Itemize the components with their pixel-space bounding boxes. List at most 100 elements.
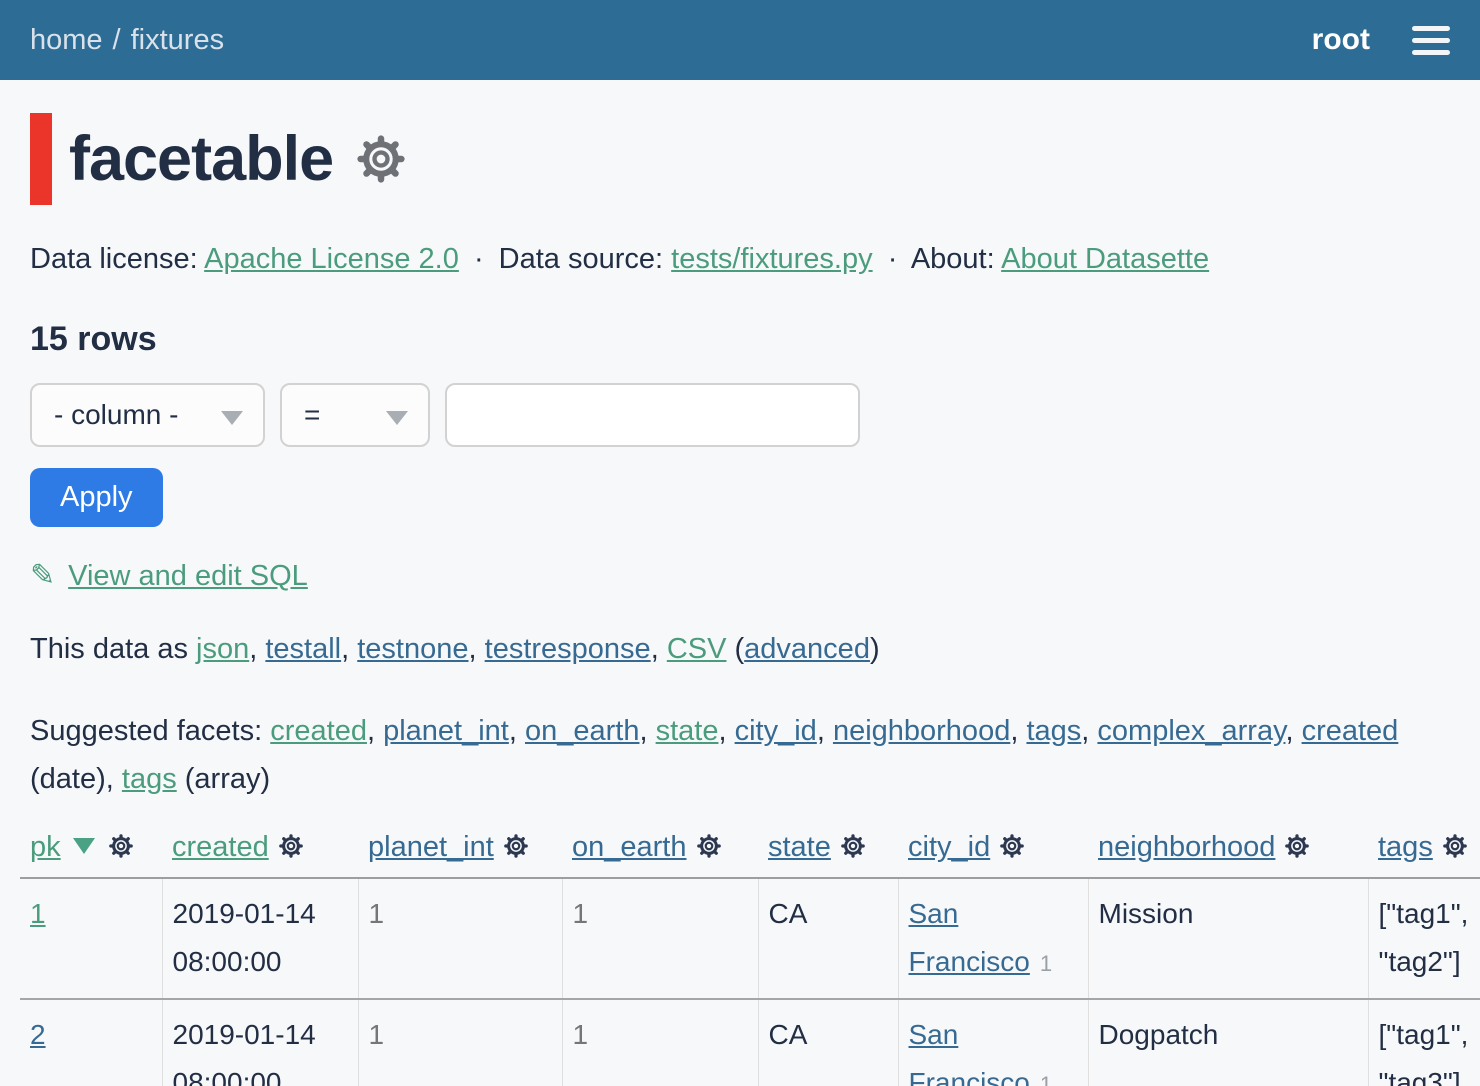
export-link-testresponse[interactable]: testresponse xyxy=(485,633,651,665)
sql-line: ✎ View and edit SQL xyxy=(30,558,1450,593)
chevron-down-icon xyxy=(221,411,243,425)
cell-value: ["tag1", "tag2"] xyxy=(1379,898,1469,977)
column-cog-icon[interactable] xyxy=(278,833,304,859)
filter-row: - column - = xyxy=(30,383,1450,447)
cell-value: 1 xyxy=(573,898,589,929)
table-cell: San Francisco 1 xyxy=(898,878,1088,999)
table-cell: San Francisco 1 xyxy=(898,999,1088,1086)
separator-dot: · xyxy=(474,243,484,275)
cell-link[interactable]: San Francisco xyxy=(909,898,1030,977)
column-sort-link[interactable]: pk xyxy=(30,831,61,863)
table-cell: ["tag1", "tag2"] xyxy=(1368,878,1480,999)
chevron-down-icon xyxy=(386,411,408,425)
facet-link-tags[interactable]: tags xyxy=(122,763,177,795)
about-link[interactable]: About Datasette xyxy=(1001,243,1209,275)
facet-link-complex_array[interactable]: complex_array xyxy=(1097,715,1285,747)
license-link[interactable]: Apache License 2.0 xyxy=(204,243,459,275)
accent-bar xyxy=(30,113,52,205)
filter-column-value: - column - xyxy=(54,399,178,431)
export-link-testall[interactable]: testall xyxy=(265,633,341,665)
facet-link-created[interactable]: created xyxy=(270,715,367,747)
metadata-line: Data license: Apache License 2.0 · Data … xyxy=(30,243,1450,276)
cell-link[interactable]: 1 xyxy=(30,898,46,929)
facet-link-city_id[interactable]: city_id xyxy=(735,715,817,747)
facet-link-planet_int[interactable]: planet_int xyxy=(383,715,509,747)
column-cog-icon[interactable] xyxy=(696,833,722,859)
facet-link-created[interactable]: created xyxy=(1302,715,1399,747)
data-table: pk created planet_int on_earth state city_id n… xyxy=(20,825,1480,1086)
facet-link-neighborhood[interactable]: neighborhood xyxy=(833,715,1010,747)
facet-link-tags[interactable]: tags xyxy=(1026,715,1081,747)
column-sort-link[interactable]: on_earth xyxy=(572,831,687,863)
export-link-advanced[interactable]: advanced xyxy=(744,633,870,665)
column-cog-icon[interactable] xyxy=(1442,833,1468,859)
filter-column-select[interactable]: - column - xyxy=(30,383,265,447)
apply-button[interactable]: Apply xyxy=(30,468,163,527)
facet-suffix: (date) xyxy=(30,763,106,795)
table-cell: 1 xyxy=(562,878,758,999)
cell-value: 1 xyxy=(573,1019,589,1050)
column-sort-link[interactable]: tags xyxy=(1378,831,1433,863)
column-header-state: state xyxy=(758,825,898,878)
cell-value: ["tag1", "tag3"] xyxy=(1379,1019,1469,1086)
column-sort-link[interactable]: created xyxy=(172,831,269,863)
filter-operator-select[interactable]: = xyxy=(280,383,430,447)
cell-value: Mission xyxy=(1099,898,1194,929)
table-cell: ["tag1", "tag3"] xyxy=(1368,999,1480,1086)
export-link-json[interactable]: json xyxy=(196,633,249,665)
cell-link[interactable]: 2 xyxy=(30,1019,46,1050)
facet-link-state[interactable]: state xyxy=(656,715,719,747)
facet-suffix: (array) xyxy=(177,763,270,795)
table-cell: 1 xyxy=(562,999,758,1086)
table-cell: 1 xyxy=(358,999,562,1086)
column-cog-icon[interactable] xyxy=(999,833,1025,859)
breadcrumb: home / fixtures xyxy=(30,24,224,57)
table-cell: 2019-01-14 08:00:00 xyxy=(162,999,358,1086)
table-cell: CA xyxy=(758,999,898,1086)
cell-link[interactable]: San Francisco xyxy=(909,1019,1030,1086)
column-cog-icon[interactable] xyxy=(503,833,529,859)
cell-value: CA xyxy=(769,898,808,929)
suggested-facets-line: Suggested facets: created, planet_int, o… xyxy=(30,707,1444,803)
row-count-heading: 15 rows xyxy=(30,320,1450,359)
raw-value: 1 xyxy=(1040,1072,1052,1086)
source-link[interactable]: tests/fixtures.py xyxy=(671,243,872,275)
export-link-CSV[interactable]: CSV xyxy=(667,633,727,665)
column-sort-link[interactable]: city_id xyxy=(908,831,990,863)
cell-value: Dogpatch xyxy=(1099,1019,1219,1050)
export-line: This data as json, testall, testnone, te… xyxy=(30,633,1450,666)
source-label: Data source: xyxy=(499,243,663,275)
cell-value: 1 xyxy=(369,898,385,929)
page-title: facetable xyxy=(69,123,333,195)
hamburger-menu-icon[interactable] xyxy=(1412,26,1450,55)
view-edit-sql-link[interactable]: View and edit SQL xyxy=(68,560,308,592)
table-cell: Mission xyxy=(1088,878,1368,999)
filter-value-input[interactable] xyxy=(445,383,860,447)
user-menu[interactable]: root xyxy=(1312,23,1370,57)
breadcrumb-home[interactable]: home xyxy=(30,24,103,56)
cell-value: 2019-01-14 08:00:00 xyxy=(173,898,316,977)
column-cog-icon[interactable] xyxy=(1284,833,1310,859)
export-link-testnone[interactable]: testnone xyxy=(357,633,468,665)
column-header-pk: pk xyxy=(20,825,162,878)
table-cell: 2 xyxy=(20,999,162,1086)
column-sort-link[interactable]: planet_int xyxy=(368,831,494,863)
breadcrumb-separator: / xyxy=(113,24,121,56)
raw-value: 1 xyxy=(1040,951,1052,976)
table-cell: 2019-01-14 08:00:00 xyxy=(162,878,358,999)
table-cell: CA xyxy=(758,878,898,999)
facet-link-on_earth[interactable]: on_earth xyxy=(525,715,640,747)
table-row: 1 2019-01-14 08:00:00 1 1 CA San Francisco 1 Mi… xyxy=(20,878,1480,999)
column-sort-link[interactable]: state xyxy=(768,831,831,863)
table-settings-gear-icon[interactable] xyxy=(355,133,407,185)
export-prefix: This data as xyxy=(30,633,196,665)
column-cog-icon[interactable] xyxy=(108,833,134,859)
pencil-icon: ✎ xyxy=(30,559,55,592)
cell-value: 1 xyxy=(369,1019,385,1050)
table-body: 12019-01-14 08:00:0011CASan Francisco1Mi… xyxy=(20,878,1480,1086)
title-row: facetable xyxy=(30,113,1450,205)
column-sort-link[interactable]: neighborhood xyxy=(1098,831,1275,863)
column-cog-icon[interactable] xyxy=(840,833,866,859)
breadcrumb-database[interactable]: fixtures xyxy=(131,24,224,56)
column-header-city_id: city_id xyxy=(898,825,1088,878)
